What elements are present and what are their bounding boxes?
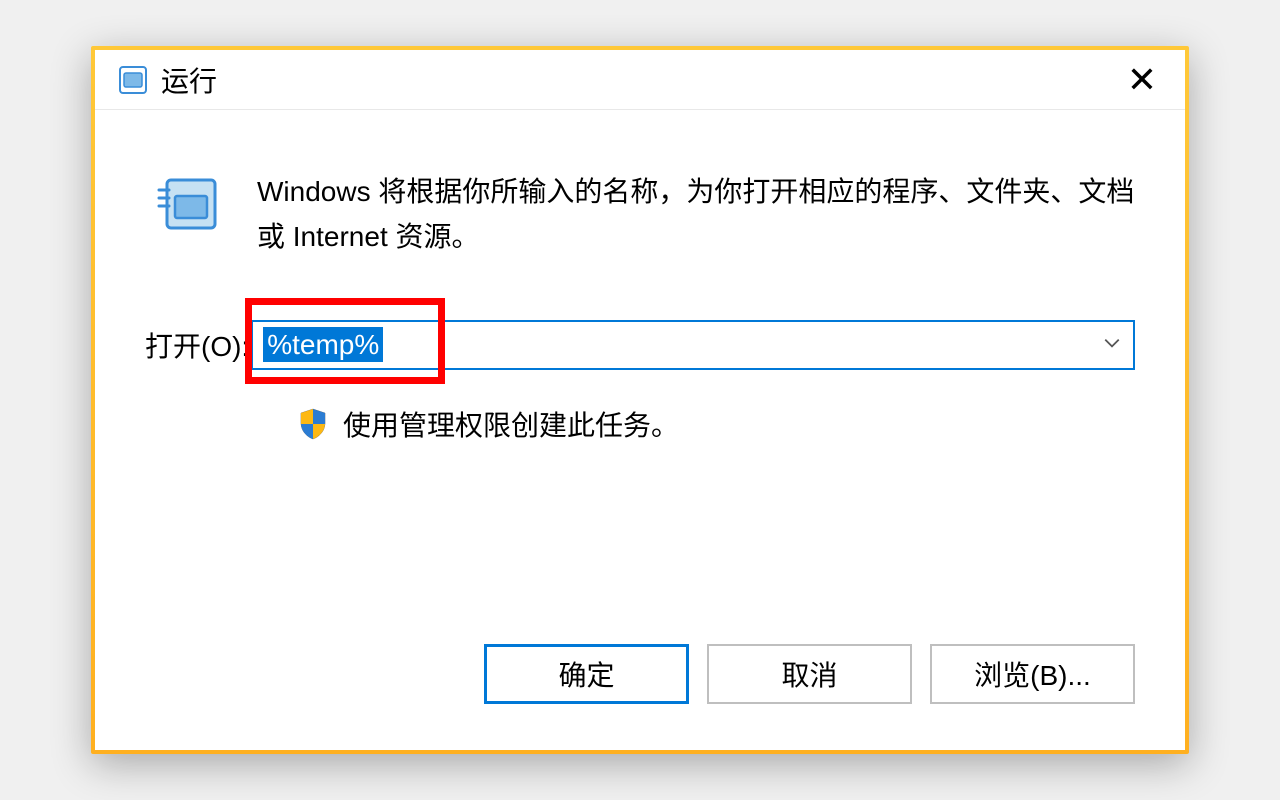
admin-task-text: 使用管理权限创建此任务。	[343, 404, 679, 444]
input-wrapper: %temp%	[251, 320, 1135, 370]
titlebar: 运行 ✕	[95, 50, 1185, 110]
button-row: 确定 取消 浏览(B)...	[145, 630, 1135, 730]
ok-button[interactable]: 确定	[484, 644, 689, 704]
selected-input-text: %temp%	[263, 327, 383, 362]
outer-frame: 运行 ✕ Windows 将根据你所输入的名称，为你打开相应的程序、文件夹、文档…	[91, 46, 1189, 754]
cancel-button[interactable]: 取消	[707, 644, 912, 704]
close-icon[interactable]: ✕	[1119, 62, 1165, 98]
shield-icon	[295, 406, 331, 442]
window-title: 运行	[161, 60, 1119, 100]
run-dialog: 运行 ✕ Windows 将根据你所输入的名称，为你打开相应的程序、文件夹、文档…	[95, 50, 1185, 750]
open-combobox[interactable]: %temp%	[251, 320, 1135, 370]
input-row: 打开(O): %temp%	[145, 320, 1135, 370]
description-row: Windows 将根据你所输入的名称，为你打开相应的程序、文件夹、文档或 Int…	[145, 170, 1135, 260]
run-icon	[153, 170, 225, 242]
dialog-content: Windows 将根据你所输入的名称，为你打开相应的程序、文件夹、文档或 Int…	[95, 110, 1185, 750]
open-label: 打开(O):	[145, 325, 249, 365]
admin-privilege-row: 使用管理权限创建此任务。	[295, 404, 1135, 444]
browse-button[interactable]: 浏览(B)...	[930, 644, 1135, 704]
run-dialog-icon	[117, 64, 149, 96]
input-selection: %temp%	[263, 329, 383, 361]
description-text: Windows 将根据你所输入的名称，为你打开相应的程序、文件夹、文档或 Int…	[257, 170, 1135, 260]
